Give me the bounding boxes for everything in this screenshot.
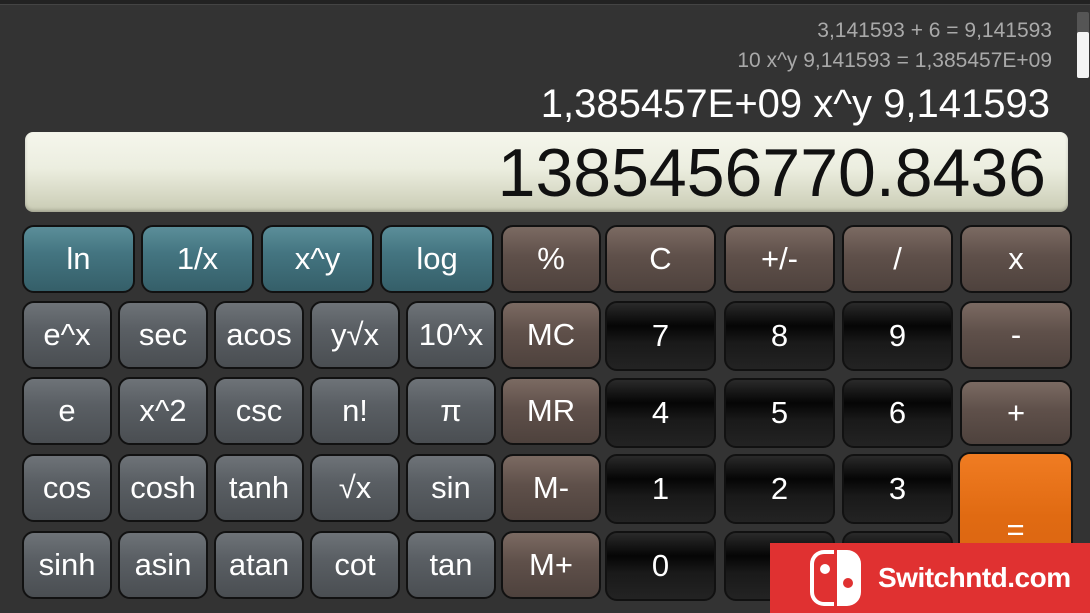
- history-line: 3,141593 + 6 = 9,141593: [817, 19, 1052, 42]
- digit-4-button[interactable]: 4: [605, 378, 716, 448]
- divide-button[interactable]: /: [842, 225, 953, 293]
- acos-button[interactable]: acos: [214, 301, 304, 369]
- cos-button[interactable]: cos: [22, 454, 112, 522]
- digit-7-button[interactable]: 7: [605, 301, 716, 371]
- square-button[interactable]: x^2: [118, 377, 208, 445]
- tanh-button[interactable]: tanh: [214, 454, 304, 522]
- x-pow-y-button[interactable]: x^y: [261, 225, 374, 293]
- digit-9-button[interactable]: 9: [842, 301, 953, 371]
- multiply-button[interactable]: x: [960, 225, 1072, 293]
- e-constant-button[interactable]: e: [22, 377, 112, 445]
- memory-clear-button[interactable]: MC: [501, 301, 601, 369]
- sinh-button[interactable]: sinh: [22, 531, 112, 599]
- atan-button[interactable]: atan: [214, 531, 304, 599]
- clear-button[interactable]: C: [605, 225, 716, 293]
- sec-button[interactable]: sec: [118, 301, 208, 369]
- plus-button[interactable]: +: [960, 380, 1072, 446]
- sqrt-button[interactable]: √x: [310, 454, 400, 522]
- percent-button[interactable]: %: [501, 225, 601, 293]
- digit-2-button[interactable]: 2: [724, 454, 835, 524]
- exp-button[interactable]: e^x: [22, 301, 112, 369]
- minus-button[interactable]: -: [960, 301, 1072, 369]
- nintendo-switch-logo-icon: [810, 550, 862, 606]
- pi-button[interactable]: π: [406, 377, 496, 445]
- ln-button[interactable]: ln: [22, 225, 135, 293]
- factorial-button[interactable]: n!: [310, 377, 400, 445]
- memory-recall-button[interactable]: MR: [501, 377, 601, 445]
- watermark-text: Switchntd.com: [878, 562, 1071, 593]
- digit-6-button[interactable]: 6: [842, 378, 953, 448]
- memory-subtract-button[interactable]: M-: [501, 454, 601, 522]
- memory-add-button[interactable]: M+: [501, 531, 601, 599]
- scrollbar-thumb[interactable]: [1077, 32, 1089, 78]
- history-scrollbar[interactable]: [1077, 12, 1089, 78]
- tan-button[interactable]: tan: [406, 531, 496, 599]
- sin-button[interactable]: sin: [406, 454, 496, 522]
- digit-3-button[interactable]: 3: [842, 454, 953, 524]
- history-panel: 3,141593 + 6 = 9,141593 10 x^y 9,141593 …: [737, 16, 1052, 76]
- digit-1-button[interactable]: 1: [605, 454, 716, 524]
- digit-0-button[interactable]: 0: [605, 531, 716, 601]
- digit-5-button[interactable]: 5: [724, 378, 835, 448]
- cosh-button[interactable]: cosh: [118, 454, 208, 522]
- watermark-banner: Switchntd.com: [770, 543, 1090, 613]
- history-line: 10 x^y 9,141593 = 1,385457E+09: [737, 49, 1052, 72]
- asin-button[interactable]: asin: [118, 531, 208, 599]
- csc-button[interactable]: csc: [214, 377, 304, 445]
- current-expression: 1,385457E+09 x^y 9,141593: [540, 82, 1050, 126]
- result-display: 1385456770.8436: [25, 132, 1068, 212]
- ten-pow-x-button[interactable]: 10^x: [406, 301, 496, 369]
- y-root-x-button[interactable]: y√x: [310, 301, 400, 369]
- digit-8-button[interactable]: 8: [724, 301, 835, 371]
- cot-button[interactable]: cot: [310, 531, 400, 599]
- top-border: [0, 0, 1090, 5]
- sign-toggle-button[interactable]: +/-: [724, 225, 835, 293]
- reciprocal-button[interactable]: 1/x: [141, 225, 254, 293]
- log-button[interactable]: log: [380, 225, 494, 293]
- display-value: 1385456770.8436: [497, 135, 1046, 211]
